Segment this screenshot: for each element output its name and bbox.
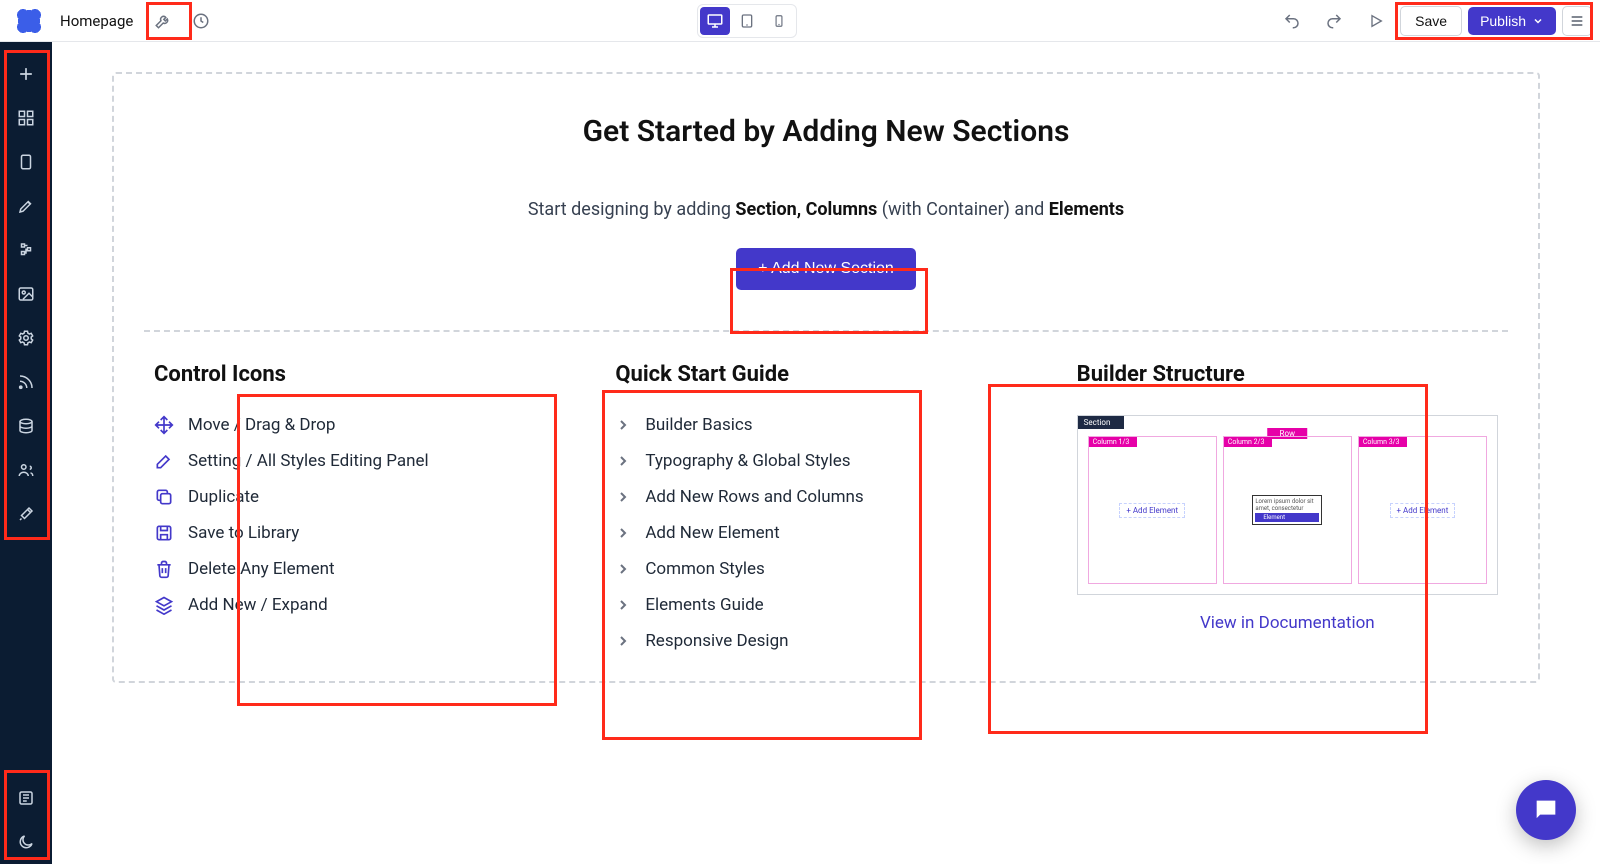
bp-section-tab: Section [1078,416,1125,429]
bp-col-tab: Column 3/3 [1359,437,1408,447]
app-logo-icon[interactable] [14,6,44,36]
device-mobile-button[interactable] [764,7,794,35]
undo-icon[interactable] [1274,5,1310,37]
quick-start-title: Quick Start Guide [615,362,1036,387]
bp-col-3: Column 3/3 + Add Element [1358,436,1487,584]
hero-subtitle: Start designing by adding Section, Colum… [144,199,1508,220]
qs-item[interactable]: Elements Guide [615,595,1036,615]
ci-addnew: Add New / Expand [154,595,575,615]
gear-icon[interactable] [8,320,44,356]
sub-bold2: Elements [1049,199,1124,220]
quick-start-list: Builder Basics Typography & Global Style… [615,415,1036,651]
redo-icon[interactable] [1316,5,1352,37]
ci-delete: Delete Any Element [154,559,575,579]
bp-col-tab: Column 1/3 [1089,437,1138,447]
structure-icon[interactable] [8,232,44,268]
chat-bubble-button[interactable] [1516,780,1576,840]
sub-bold1: Section, Columns [735,199,877,220]
chevron-right-icon [615,453,631,469]
ci-setting: Setting / All Styles Editing Panel [154,451,575,471]
bp-col-2: Column 2/3 Lorem ipsum dolor sit amet, c… [1223,436,1352,584]
qs-item[interactable]: Responsive Design [615,631,1036,651]
builder-structure-card: Builder Structure Section Row Column 1/3… [1077,362,1498,633]
blog-icon[interactable] [8,364,44,400]
chevron-right-icon [615,525,631,541]
device-desktop-button[interactable] [700,7,730,35]
builder-structure-title: Builder Structure [1077,362,1498,387]
page-icon[interactable] [8,144,44,180]
quick-start-card: Quick Start Guide Builder Basics Typogra… [615,362,1036,651]
control-icons-list: Move / Drag & Drop Setting / All Styles … [154,415,575,615]
left-sidebar [0,42,52,864]
control-icons-card: Control Icons Move / Drag & Drop Setting… [154,362,575,615]
chevron-right-icon [615,489,631,505]
qs-item[interactable]: Add New Element [615,523,1036,543]
qs-item[interactable]: Add New Rows and Columns [615,487,1036,507]
cards-row: Control Icons Move / Drag & Drop Setting… [144,362,1508,651]
chevron-right-icon [615,633,631,649]
chevron-right-icon [615,597,631,613]
publish-label: Publish [1480,13,1526,29]
top-right-group: Save Publish [1274,5,1592,37]
save-icon [154,523,174,543]
wrench-icon[interactable] [145,5,181,37]
ci-move: Move / Drag & Drop [154,415,575,435]
sub-mid: (with Container) and [877,199,1048,220]
users-icon[interactable] [8,452,44,488]
database-icon[interactable] [8,408,44,444]
grid-icon[interactable] [8,100,44,136]
bp-add-element: + Add Element [1119,503,1185,518]
preview-icon[interactable] [1358,5,1394,37]
ci-duplicate: Duplicate [154,487,575,507]
sub-prefix: Start designing by adding [528,199,736,220]
ci-save-library: Save to Library [154,523,575,543]
builder-preview: Section Row Column 1/3 + Add Element Col… [1077,415,1498,595]
chevron-right-icon [615,561,631,577]
hero-title: Get Started by Adding New Sections [144,114,1508,149]
control-icons-title: Control Icons [154,362,575,387]
save-button[interactable]: Save [1400,6,1462,36]
design-icon[interactable] [8,188,44,224]
hamburger-menu-button[interactable] [1562,6,1592,36]
editor-canvas: Get Started by Adding New Sections Start… [52,42,1600,864]
image-icon[interactable] [8,276,44,312]
chevron-right-icon [615,417,631,433]
tools-icon[interactable] [8,496,44,532]
divider [144,330,1508,332]
add-icon[interactable] [8,56,44,92]
qs-item[interactable]: Typography & Global Styles [615,451,1036,471]
chat-icon [1532,796,1560,824]
layers-icon [154,595,174,615]
top-bar: Homepage Save Publish [0,0,1600,42]
section-frame: Get Started by Adding New Sections Start… [112,72,1540,683]
publish-button[interactable]: Publish [1468,7,1556,35]
move-icon [154,415,174,435]
page-title[interactable]: Homepage [56,6,143,36]
bp-columns: Column 1/3 + Add Element Column 2/3 Lore… [1088,436,1487,584]
add-new-section-button[interactable]: + Add New Section [736,248,916,290]
top-left-group: Homepage [8,5,219,37]
trash-icon [154,559,174,579]
duplicate-icon [154,487,174,507]
bp-col-1: Column 1/3 + Add Element [1088,436,1217,584]
history-icon[interactable] [183,5,219,37]
chevron-down-icon [1532,15,1544,27]
bp-add-element: + Add Element [1390,503,1456,518]
qs-item[interactable]: Builder Basics [615,415,1036,435]
darkmode-icon[interactable] [8,824,44,860]
bp-col-tab: Column 2/3 [1224,437,1273,447]
bp-element: Lorem ipsum dolor sit amet, consectetur … [1252,495,1322,525]
qs-item[interactable]: Common Styles [615,559,1036,579]
device-tablet-button[interactable] [732,7,762,35]
view-documentation-link[interactable]: View in Documentation [1077,613,1498,633]
help-icon[interactable] [8,780,44,816]
edit-icon [154,451,174,471]
device-switcher [697,4,797,38]
